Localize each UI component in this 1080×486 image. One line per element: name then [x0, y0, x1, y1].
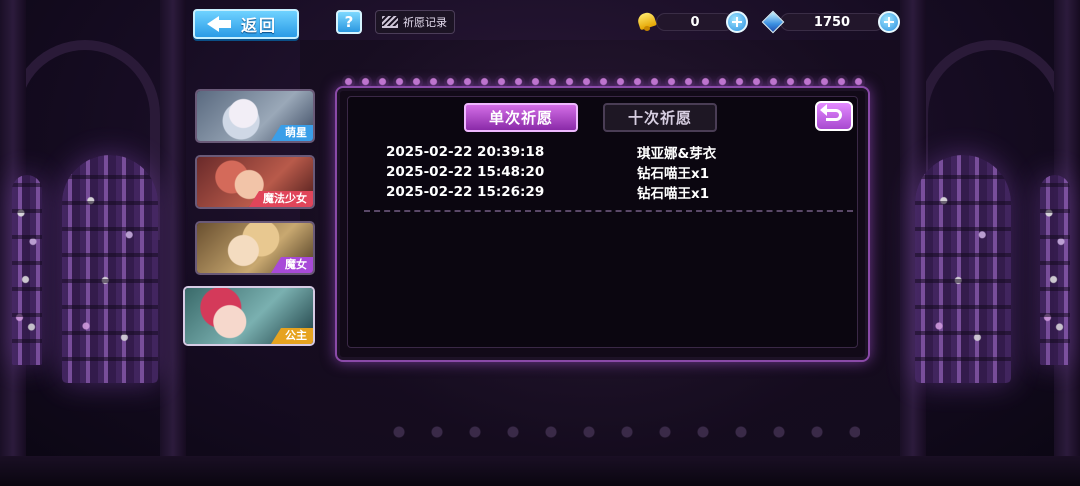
back-button-label: 返回 — [241, 16, 278, 35]
record-list: 2025-02-22 20:39:18 琪亚娜&芽衣 2025-02-22 15… — [386, 142, 846, 202]
currency-gem-value: 1750 — [780, 13, 884, 31]
background-studs — [380, 425, 860, 439]
record-item: 琪亚娜&芽衣 — [637, 146, 717, 162]
record-icon — [382, 16, 398, 28]
add-gem-button[interactable] — [878, 11, 900, 33]
wish-record-label: 祈愿记录 — [403, 16, 447, 29]
list-item: 2025-02-22 15:26:29 钻石喵王x1 — [386, 182, 846, 202]
stained-window-far-right — [1040, 175, 1070, 365]
tab-ten-wish[interactable]: 十次祈愿 — [603, 103, 717, 132]
add-bell-button[interactable] — [726, 11, 748, 33]
bell-icon — [636, 12, 658, 32]
currency-bell-value: 0 — [656, 13, 734, 31]
return-button[interactable] — [815, 101, 853, 131]
record-divider — [364, 210, 853, 212]
help-button[interactable]: ? — [336, 10, 362, 34]
list-item: 2025-02-22 15:48:20 钻石喵王x1 — [386, 162, 846, 182]
character-card-mengxing[interactable]: 萌星 — [195, 89, 315, 143]
currency-gem: 1750 — [762, 11, 900, 33]
undo-icon — [820, 104, 842, 121]
character-card-princess[interactable]: 公主 — [183, 286, 315, 346]
record-time: 2025-02-22 20:39:18 — [386, 144, 545, 160]
character-card-magical-girl[interactable]: 魔法少女 — [195, 155, 315, 209]
gem-icon — [762, 12, 782, 32]
stained-window-far-left — [12, 175, 42, 365]
character-card-witch[interactable]: 魔女 — [195, 221, 315, 275]
record-item: 钻石喵王x1 — [637, 186, 710, 202]
record-time: 2025-02-22 15:26:29 — [386, 184, 545, 200]
wish-record-button[interactable]: 祈愿记录 — [375, 10, 455, 34]
record-time: 2025-02-22 15:48:20 — [386, 164, 545, 180]
stained-window-left — [62, 155, 158, 383]
panel-inner: 单次祈愿 十次祈愿 2025-02-22 20:39:18 琪亚娜&芽衣 202… — [347, 96, 858, 348]
wish-record-panel: 单次祈愿 十次祈愿 2025-02-22 20:39:18 琪亚娜&芽衣 202… — [335, 86, 870, 362]
arrow-left-icon — [207, 15, 231, 33]
character-tag: 魔法少女 — [249, 191, 313, 207]
stained-window-right — [915, 155, 1011, 383]
back-button[interactable]: 返回 — [193, 9, 299, 39]
background-floor — [0, 456, 1080, 486]
record-item: 钻石喵王x1 — [637, 166, 710, 182]
tab-single-wish[interactable]: 单次祈愿 — [464, 103, 578, 132]
background-column-left-2 — [160, 0, 186, 486]
currency-bell: 0 — [636, 11, 748, 33]
list-item: 2025-02-22 20:39:18 琪亚娜&芽衣 — [386, 142, 846, 162]
